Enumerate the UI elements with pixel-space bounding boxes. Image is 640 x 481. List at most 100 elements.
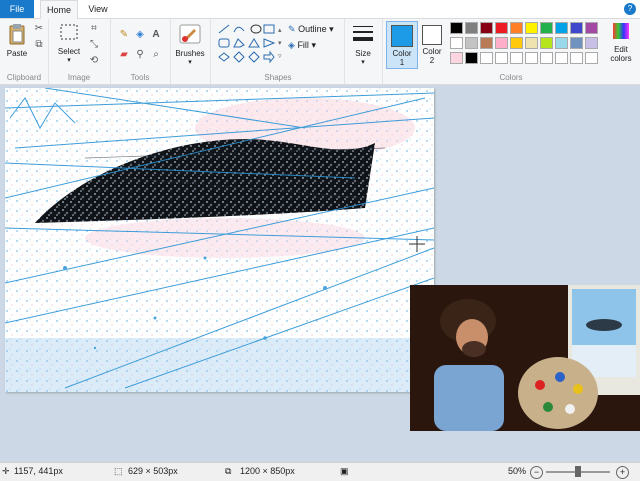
fill-label: Fill xyxy=(297,40,309,50)
copy-icon[interactable]: ⧉ xyxy=(33,39,45,51)
select-label: Select xyxy=(57,47,81,56)
brushes-group: Brushes ▾ xyxy=(170,19,211,84)
magnifier-icon[interactable]: ⌕ xyxy=(150,49,162,61)
color1-swatch xyxy=(391,25,413,47)
color-swatch[interactable] xyxy=(480,52,493,64)
cursor-position: 1157, 441px xyxy=(14,466,63,476)
color-swatch[interactable] xyxy=(465,52,478,64)
color-swatch[interactable] xyxy=(540,52,553,64)
clipboard-group: Paste ✂ ⧉ Clipboard xyxy=(0,19,49,84)
brushes-button[interactable]: Brushes ▾ xyxy=(173,23,207,66)
color-swatch[interactable] xyxy=(585,52,598,64)
color2-swatch xyxy=(422,25,442,45)
ribbon-tabs: File Home View ? xyxy=(0,0,640,19)
paste-button[interactable]: Paste xyxy=(4,23,30,58)
color-swatch[interactable] xyxy=(495,37,508,49)
color-swatch[interactable] xyxy=(570,52,583,64)
zoom-in-button[interactable]: + xyxy=(616,466,629,479)
paste-icon xyxy=(9,24,25,45)
ribbon: Paste ✂ ⧉ Clipboard Select ▾ ⌗ ⤡ ⟲ Image… xyxy=(0,19,640,85)
cursor-position-icon: ✛ xyxy=(2,466,10,476)
image-size: 1200 × 850px xyxy=(240,466,295,476)
zoom-level: 50% xyxy=(508,466,527,476)
color2-label: Color 2 xyxy=(422,47,442,65)
resize-icon[interactable]: ⤡ xyxy=(88,39,100,51)
color1-button[interactable]: Color 1 xyxy=(386,21,418,69)
help-icon[interactable]: ? xyxy=(624,3,636,15)
size-icon xyxy=(353,26,373,41)
color2-button[interactable]: Color 2 xyxy=(419,21,445,67)
color-swatch[interactable] xyxy=(510,22,523,34)
shapes-label: Shapes xyxy=(264,73,292,82)
color-swatch[interactable] xyxy=(480,37,493,49)
color-swatch[interactable] xyxy=(450,52,463,64)
color-swatch[interactable] xyxy=(495,52,508,64)
color-swatch[interactable] xyxy=(570,22,583,34)
select-icon xyxy=(60,24,78,40)
clipboard-label: Clipboard xyxy=(6,73,42,82)
brushes-label: Brushes xyxy=(175,49,205,58)
color-swatch[interactable] xyxy=(450,37,463,49)
color-swatch[interactable] xyxy=(555,52,568,64)
crop-icon[interactable]: ⌗ xyxy=(88,23,100,35)
color-swatch[interactable] xyxy=(510,52,523,64)
canvas-artwork xyxy=(5,88,434,392)
image-label: Image xyxy=(67,73,91,82)
color-swatch[interactable] xyxy=(525,52,538,64)
save-icon: ▣ xyxy=(340,466,349,476)
color-swatch[interactable] xyxy=(540,22,553,34)
selection-size: 629 × 503px xyxy=(128,466,178,476)
color-swatch[interactable] xyxy=(510,37,523,49)
outline-button[interactable]: ✎ Outline ▾ xyxy=(288,24,334,35)
color-swatch[interactable] xyxy=(525,37,538,49)
fill-button[interactable]: ◈ Fill ▾ xyxy=(288,40,316,51)
tools-label: Tools xyxy=(130,73,150,82)
color-swatch[interactable] xyxy=(570,37,583,49)
crosshair-cursor-icon xyxy=(409,236,425,252)
paste-label: Paste xyxy=(6,49,28,58)
edit-colors-label: Edit colors xyxy=(610,45,632,63)
color-swatch[interactable] xyxy=(555,22,568,34)
zoom-slider-thumb[interactable] xyxy=(575,466,581,477)
size-button[interactable]: Size ▾ xyxy=(348,23,378,66)
colors-label: Colors xyxy=(499,73,523,82)
tab-home[interactable]: Home xyxy=(40,0,78,19)
video-overlay xyxy=(410,285,640,431)
eraser-icon[interactable]: ▰ xyxy=(118,49,130,61)
color-swatch[interactable] xyxy=(480,22,493,34)
workspace xyxy=(0,85,640,462)
outline-icon: ✎ xyxy=(288,24,296,34)
outline-label: Outline xyxy=(298,24,327,34)
color-wheel-icon xyxy=(613,23,629,39)
cut-icon[interactable]: ✂ xyxy=(33,23,45,35)
text-icon[interactable]: A xyxy=(150,29,162,41)
color-picker-icon[interactable]: ⚲ xyxy=(134,49,146,61)
color-swatch[interactable] xyxy=(540,37,553,49)
color-swatch[interactable] xyxy=(585,22,598,34)
select-button[interactable]: Select ▾ xyxy=(54,23,84,64)
color-swatch[interactable] xyxy=(555,37,568,49)
zoom-out-button[interactable]: − xyxy=(530,466,543,479)
brush-icon xyxy=(179,24,201,44)
color-swatch[interactable] xyxy=(495,22,508,34)
color-swatch[interactable] xyxy=(465,37,478,49)
tab-file[interactable]: File xyxy=(0,0,34,18)
size-group: Size ▾ xyxy=(344,19,383,84)
shapes-gallery[interactable] xyxy=(216,23,286,65)
image-group: Select ▾ ⌗ ⤡ ⟲ Image xyxy=(48,19,111,84)
pencil-icon[interactable]: ✎ xyxy=(118,29,130,41)
color-swatch[interactable] xyxy=(450,22,463,34)
rotate-icon[interactable]: ⟲ xyxy=(88,55,100,67)
edit-colors-button[interactable]: Edit colors xyxy=(606,21,636,63)
color-swatch[interactable] xyxy=(585,37,598,49)
status-bar: ✛ 1157, 441px ⬚ 629 × 503px ⧉ 1200 × 850… xyxy=(0,462,640,481)
colors-group: Color 1 Color 2 Edit colors Colors xyxy=(382,19,640,84)
selection-size-icon: ⬚ xyxy=(114,466,123,476)
tools-group: ✎ ◈ A ▰ ⚲ ⌕ Tools xyxy=(110,19,171,84)
video-frame xyxy=(410,285,640,431)
fill-icon[interactable]: ◈ xyxy=(134,29,146,41)
tab-view[interactable]: View xyxy=(80,0,116,18)
drawing-canvas[interactable] xyxy=(5,88,434,392)
color-swatch[interactable] xyxy=(465,22,478,34)
color-swatch[interactable] xyxy=(525,22,538,34)
